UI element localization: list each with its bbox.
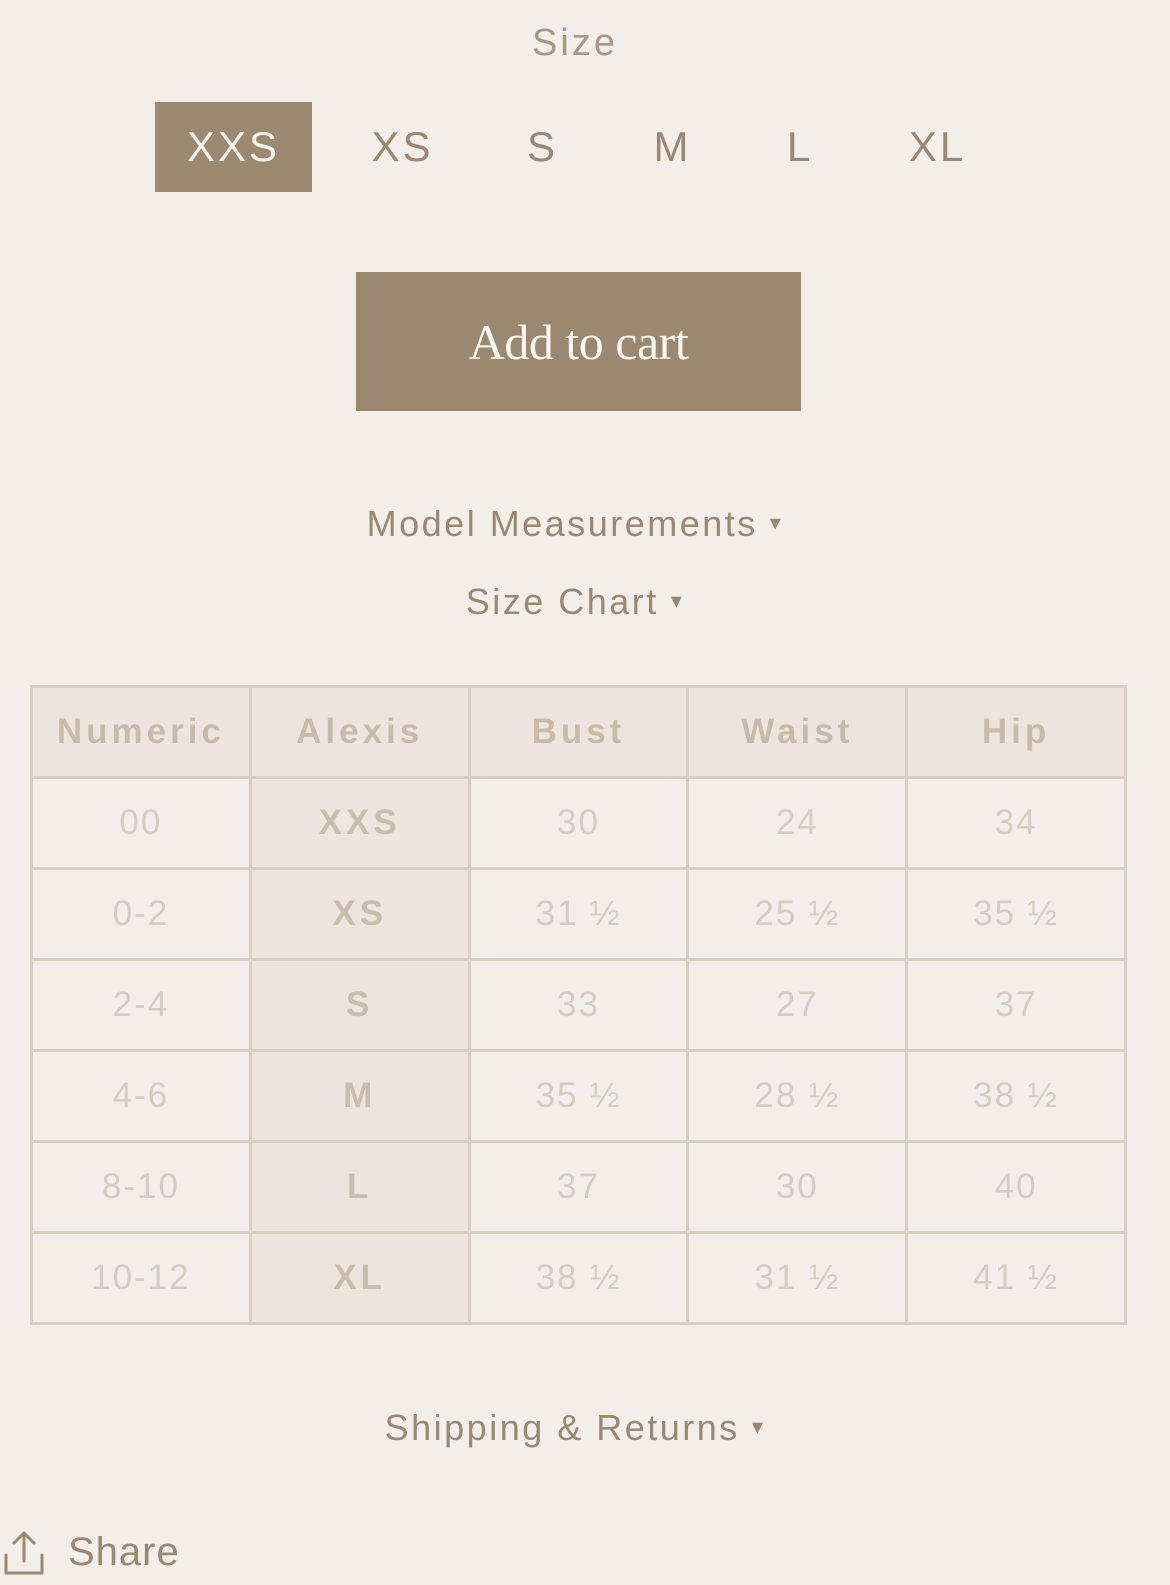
table-header-waist: Waist [686, 685, 909, 779]
caret-down-icon: ▾ [751, 1414, 766, 1440]
table-cell: 40 [905, 1140, 1127, 1234]
table-cell: 37 [467, 1140, 690, 1234]
table-cell: 35 ½ [905, 867, 1127, 961]
share-upload-icon [4, 1531, 44, 1575]
table-cell: XS [248, 867, 471, 961]
table-cell: 8-10 [30, 1140, 252, 1234]
table-cell: M [248, 1049, 471, 1143]
size-options: XXS XS S M L XL [0, 102, 1170, 192]
size-option-xs[interactable]: XS [345, 102, 460, 192]
table-header-alexis: Alexis [248, 685, 471, 779]
size-option-s[interactable]: S [500, 102, 585, 192]
table-cell: 24 [686, 776, 909, 870]
caret-down-icon: ▾ [769, 510, 784, 536]
table-cell: 2-4 [30, 958, 252, 1052]
table-row: 8-10 L 37 30 40 [30, 1140, 1127, 1234]
share-button[interactable]: Share [0, 1522, 180, 1582]
table-cell: 00 [30, 776, 252, 870]
table-cell: XL [248, 1231, 471, 1325]
table-cell: 34 [905, 776, 1127, 870]
shipping-returns-toggle[interactable]: Shipping & Returns ▾ [0, 1407, 1150, 1449]
table-row: 4-6 M 35 ½ 28 ½ 38 ½ [30, 1049, 1127, 1143]
table-cell: S [248, 958, 471, 1052]
table-cell: 37 [905, 958, 1127, 1052]
caret-down-icon: ▾ [670, 588, 685, 614]
table-row: 0-2 XS 31 ½ 25 ½ 35 ½ [30, 867, 1127, 961]
size-chart-label: Size Chart [465, 581, 659, 622]
size-heading: Size [532, 22, 618, 64]
shipping-returns-label: Shipping & Returns [384, 1407, 740, 1448]
table-header-bust: Bust [467, 685, 690, 779]
table-cell: 38 ½ [467, 1231, 690, 1325]
table-row: 10-12 XL 38 ½ 31 ½ 41 ½ [30, 1231, 1127, 1325]
size-option-m[interactable]: M [625, 102, 720, 192]
table-row: 2-4 S 33 27 37 [30, 958, 1127, 1052]
size-option-xl[interactable]: XL [880, 102, 995, 192]
table-cell: 25 ½ [686, 867, 909, 961]
table-cell: 0-2 [30, 867, 252, 961]
table-cell: 30 [467, 776, 690, 870]
table-cell: 35 ½ [467, 1049, 690, 1143]
table-cell: 27 [686, 958, 909, 1052]
table-header-numeric: Numeric [30, 685, 252, 779]
table-cell: 33 [467, 958, 690, 1052]
model-measurements-label: Model Measurements [366, 503, 758, 544]
table-header-hip: Hip [905, 685, 1127, 779]
share-label: Share [68, 1529, 180, 1574]
size-option-xxs[interactable]: XXS [155, 102, 312, 192]
table-cell: L [248, 1140, 471, 1234]
add-to-cart-button[interactable]: Add to cart [356, 272, 801, 411]
table-cell: 38 ½ [905, 1049, 1127, 1143]
table-cell: 41 ½ [905, 1231, 1127, 1325]
table-header-row: Numeric Alexis Bust Waist Hip [30, 685, 1127, 779]
table-cell: 31 ½ [467, 867, 690, 961]
table-cell: 4-6 [30, 1049, 252, 1143]
size-option-l[interactable]: L [760, 102, 840, 192]
table-cell: 31 ½ [686, 1231, 909, 1325]
size-chart-toggle[interactable]: Size Chart ▾ [0, 581, 1150, 623]
table-cell: 10-12 [30, 1231, 252, 1325]
table-row: 00 XXS 30 24 34 [30, 776, 1127, 870]
table-cell: XXS [248, 776, 471, 870]
table-cell: 30 [686, 1140, 909, 1234]
table-cell: 28 ½ [686, 1049, 909, 1143]
model-measurements-toggle[interactable]: Model Measurements ▾ [0, 503, 1150, 545]
size-chart-table: Numeric Alexis Bust Waist Hip 00 XXS 30 … [30, 685, 1127, 1325]
